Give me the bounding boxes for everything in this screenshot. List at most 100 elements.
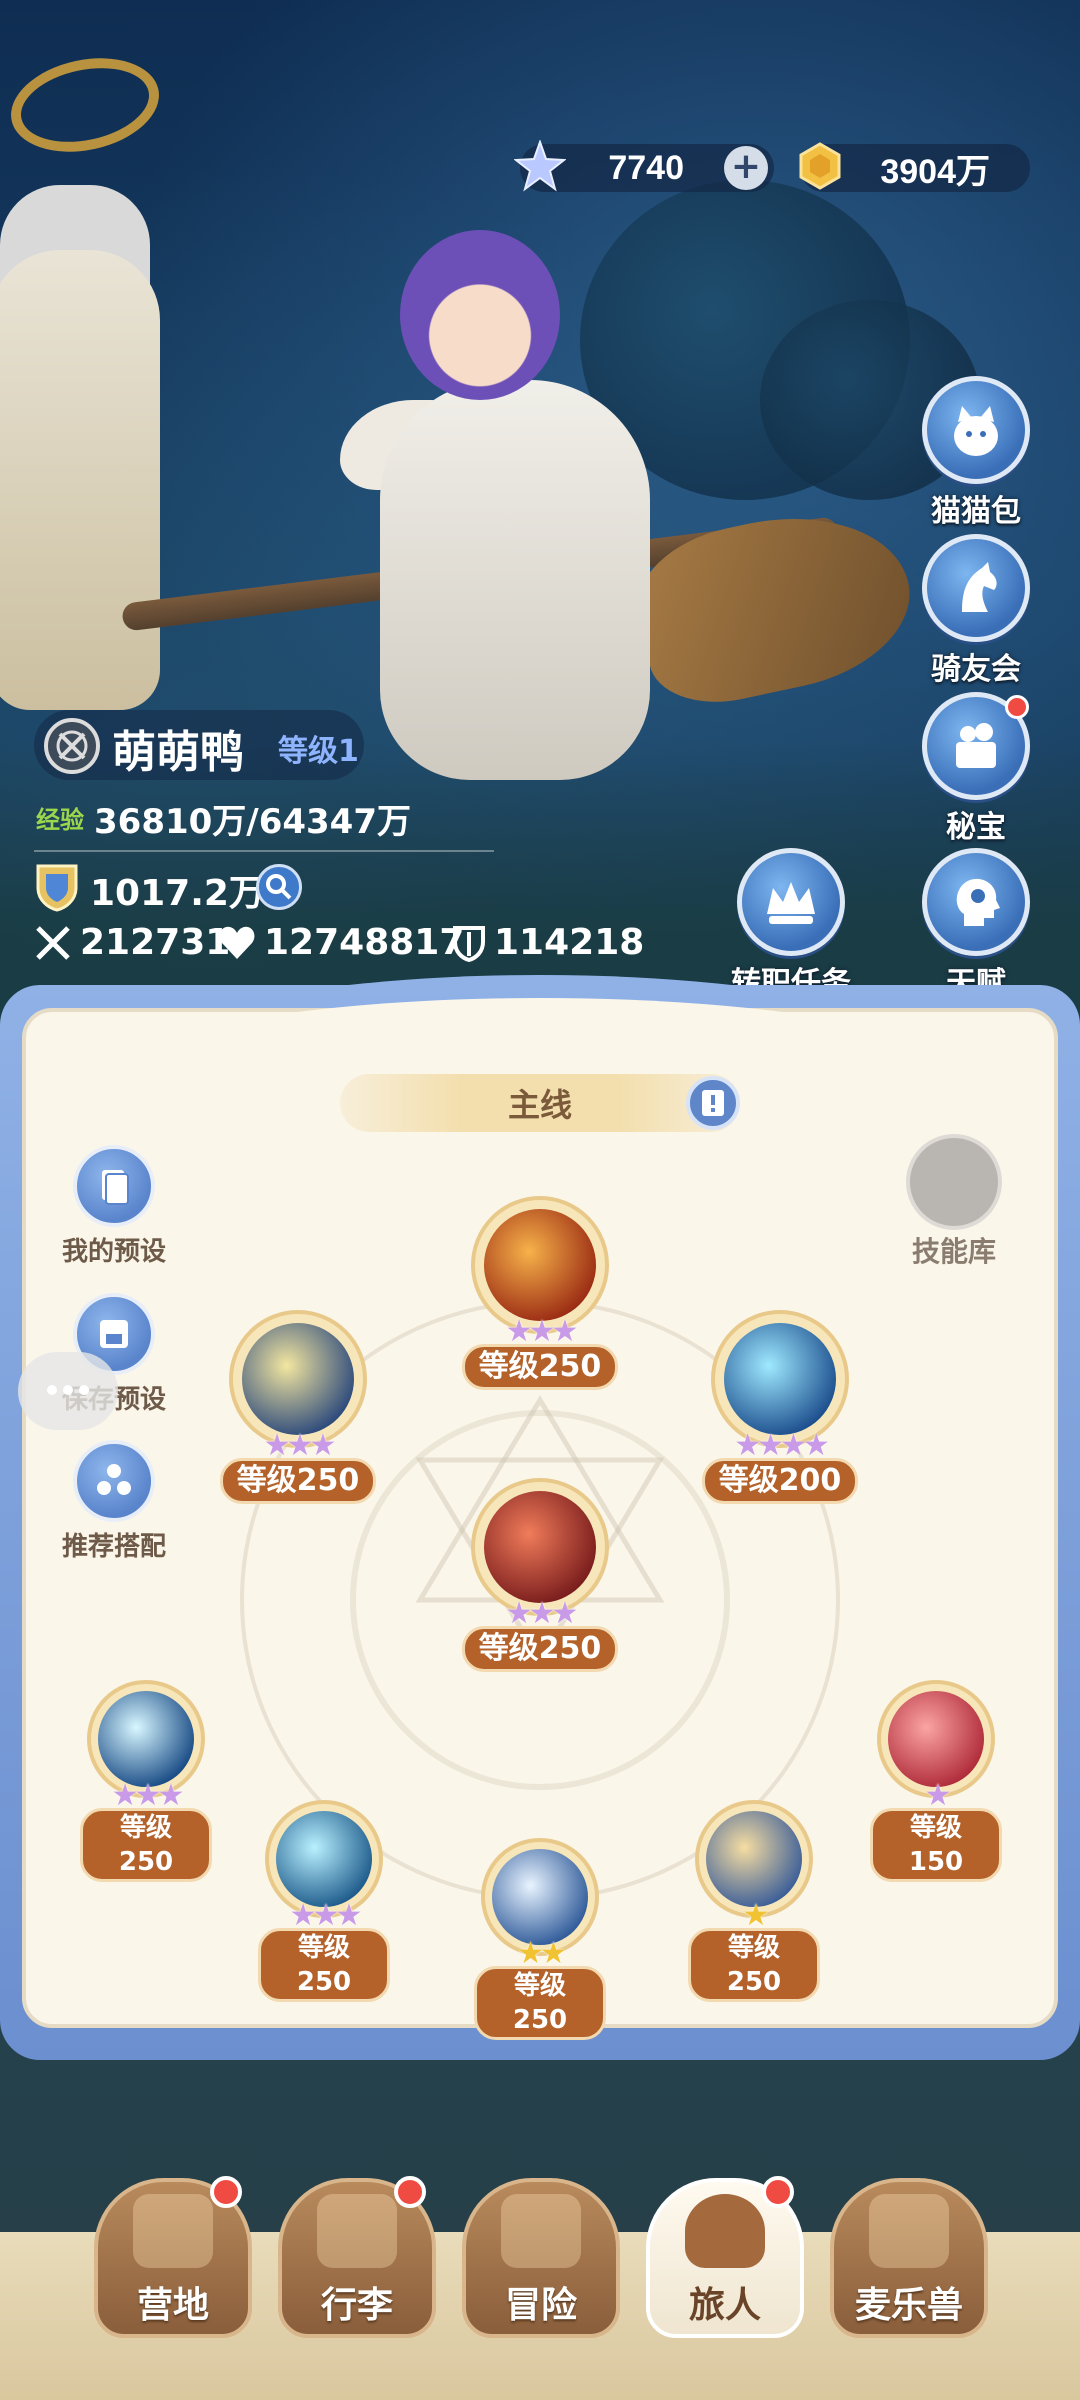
skill-level-badge: 等级150 <box>870 1808 1002 1882</box>
skill-orb-icon <box>492 1849 588 1945</box>
heart-icon <box>219 926 255 959</box>
skill-slot[interactable]: ★★★ 等级250 <box>460 1196 620 1390</box>
exp-value: 36810万/64347万 <box>94 802 411 842</box>
skill-orb-icon <box>98 1691 194 1787</box>
exp-label: 经验 <box>36 806 84 834</box>
player-name: 萌萌鸭 <box>112 727 244 778</box>
shield-icon <box>453 925 485 962</box>
recommend-icon <box>73 1440 155 1522</box>
notification-dot <box>210 2176 242 2208</box>
skill-slot[interactable]: ★★★ 等级250 <box>218 1310 378 1504</box>
side-button-cat-bag[interactable]: 猫猫包 <box>916 376 1036 530</box>
floating-chat-bubble[interactable] <box>18 1352 118 1430</box>
notification-dot <box>1005 695 1029 719</box>
player-character-head <box>400 230 560 400</box>
skill-level-badge: 等级250 <box>219 1458 377 1504</box>
skill-stars: ★★★ <box>289 1898 363 1933</box>
add-gem-button[interactable]: + <box>724 146 768 190</box>
nav-label: 营地 <box>136 2285 209 2326</box>
skill-slot[interactable]: ★★★ 等级250 <box>258 1800 390 2002</box>
skill-orb-icon <box>484 1209 596 1321</box>
skill-level-badge: 等级250 <box>258 1928 390 2002</box>
skill-orb-icon <box>484 1491 596 1603</box>
star-crystal-icon <box>512 138 568 194</box>
divider <box>34 850 494 852</box>
hp-value: 12748817 <box>264 922 465 963</box>
side-button-treasure[interactable]: 秘宝 <box>916 692 1036 846</box>
skill-library-label: 技能库 <box>911 1235 996 1268</box>
tool-label: 推荐搭配 <box>61 1532 166 1562</box>
player-level: 等级1 <box>278 734 359 769</box>
skill-level-badge: 等级200 <box>701 1458 859 1504</box>
nav-traveler[interactable]: 旅人 <box>646 2176 804 2338</box>
horse-icon <box>922 534 1030 642</box>
nav-pets[interactable]: 麦乐兽 <box>830 2178 988 2338</box>
notification-dot <box>394 2176 426 2208</box>
side-button-talent[interactable]: 天赋 <box>916 848 1036 1002</box>
guide-book-icon[interactable] <box>686 1076 740 1130</box>
skill-level-badge: 等级250 <box>474 1966 606 2040</box>
skill-stars: ★★ <box>517 1936 567 1971</box>
cat-bag-icon <box>922 376 1030 484</box>
combat-power: 1017.2万 <box>90 873 265 914</box>
skill-level-badge: 等级250 <box>461 1344 619 1390</box>
search-icon <box>266 874 292 900</box>
skill-slot[interactable]: ★★★ 等级250 <box>460 1478 620 1672</box>
pet-fox-icon <box>869 2194 949 2268</box>
nav-luggage[interactable]: 行李 <box>278 2176 436 2338</box>
skill-orb-icon <box>706 1811 802 1907</box>
chat-icon <box>47 1385 89 1395</box>
defense-stat: 114218 <box>452 922 644 963</box>
crossed-swords-icon <box>36 925 70 960</box>
gold-amount: 3904万 <box>880 152 990 191</box>
treasure-icon <box>922 692 1030 800</box>
nav-label: 旅人 <box>688 2285 761 2326</box>
nav-camp[interactable]: 营地 <box>94 2176 252 2338</box>
skill-stars: ★★★★ <box>734 1428 830 1463</box>
skill-level-badge: 等级250 <box>80 1808 212 1882</box>
preset-card-icon <box>73 1145 155 1227</box>
nav-label: 麦乐兽 <box>854 2285 963 2326</box>
power-detail-search-button[interactable] <box>256 864 302 910</box>
gold-coin-icon <box>792 138 848 194</box>
skill-orb-icon <box>242 1323 354 1435</box>
skill-slot[interactable]: ★★★★ 等级200 <box>698 1310 862 1504</box>
nav-label: 冒险 <box>504 2285 577 2326</box>
side-button-rider-club[interactable]: 骑友会 <box>916 534 1036 688</box>
nav-label: 行李 <box>320 2285 393 2326</box>
recommended-build-button[interactable]: 推荐搭配 <box>54 1440 174 1563</box>
skill-level-badge: 等级250 <box>461 1626 619 1672</box>
side-button-class-quest[interactable]: 转职任务 <box>706 848 876 1002</box>
skill-stars: ★★★ <box>111 1778 185 1813</box>
skill-slot[interactable]: ★★★ 等级250 <box>80 1680 212 1882</box>
my-presets-button[interactable]: 我的预设 <box>54 1145 174 1268</box>
skill-stars: ★★★ <box>505 1596 579 1631</box>
skill-slot[interactable]: ★ 等级250 <box>688 1800 820 2002</box>
skill-slot[interactable]: ★★ 等级250 <box>474 1838 606 2040</box>
skill-slot[interactable]: ★ 等级150 <box>870 1680 1002 1882</box>
gold-currency: 3904万 <box>799 142 1030 192</box>
skill-level-badge: 等级250 <box>688 1928 820 2002</box>
tab-main-line-label: 主线 <box>507 1086 572 1124</box>
gem-amount: 7740 <box>608 148 684 187</box>
gem-currency: 7740 + <box>514 140 774 192</box>
skill-stars: ★ <box>924 1778 952 1813</box>
skill-stars: ★★★ <box>263 1428 337 1463</box>
nav-adventure[interactable]: 冒险 <box>462 2178 620 2338</box>
crown-quest-icon <box>737 848 845 956</box>
skill-orb-icon <box>276 1811 372 1907</box>
tool-label: 我的预设 <box>61 1237 166 1267</box>
traveler-portrait-icon <box>685 2194 765 2268</box>
skill-stars: ★★★ <box>505 1314 579 1349</box>
side-button-label: 猫猫包 <box>931 494 1021 529</box>
player-character[interactable] <box>380 380 650 780</box>
skill-stars: ★ <box>742 1898 770 1933</box>
skill-orb-icon <box>888 1691 984 1787</box>
skill-library-button[interactable]: 技能库 <box>894 1134 1014 1270</box>
hp-stat: 12748817 <box>218 922 464 963</box>
class-emblem-icon[interactable] <box>44 718 100 774</box>
defense-value: 114218 <box>494 922 645 963</box>
combat-power-shield-icon <box>34 862 80 912</box>
castle-icon <box>133 2194 213 2268</box>
attack-value: 212731 <box>80 922 231 963</box>
